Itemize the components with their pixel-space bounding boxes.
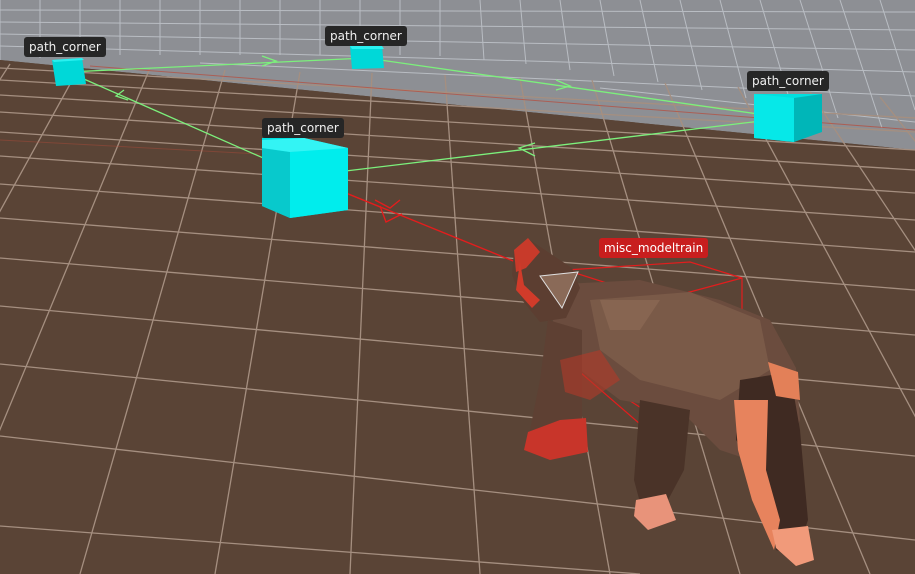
- path-corner-cube-4[interactable]: [262, 138, 348, 218]
- path-corner-label-4[interactable]: path_corner: [262, 118, 344, 138]
- path-corner-label-1[interactable]: path_corner: [24, 37, 106, 57]
- path-corner-label-3[interactable]: path_corner: [747, 71, 829, 91]
- path-corner-cube-1[interactable]: [52, 58, 86, 86]
- path-corner-cube-3[interactable]: [754, 94, 822, 142]
- path-corner-cube-2[interactable]: [350, 46, 384, 69]
- path-corner-label-2[interactable]: path_corner: [325, 26, 407, 46]
- misc-modeltrain-label[interactable]: misc_modeltrain: [599, 238, 709, 258]
